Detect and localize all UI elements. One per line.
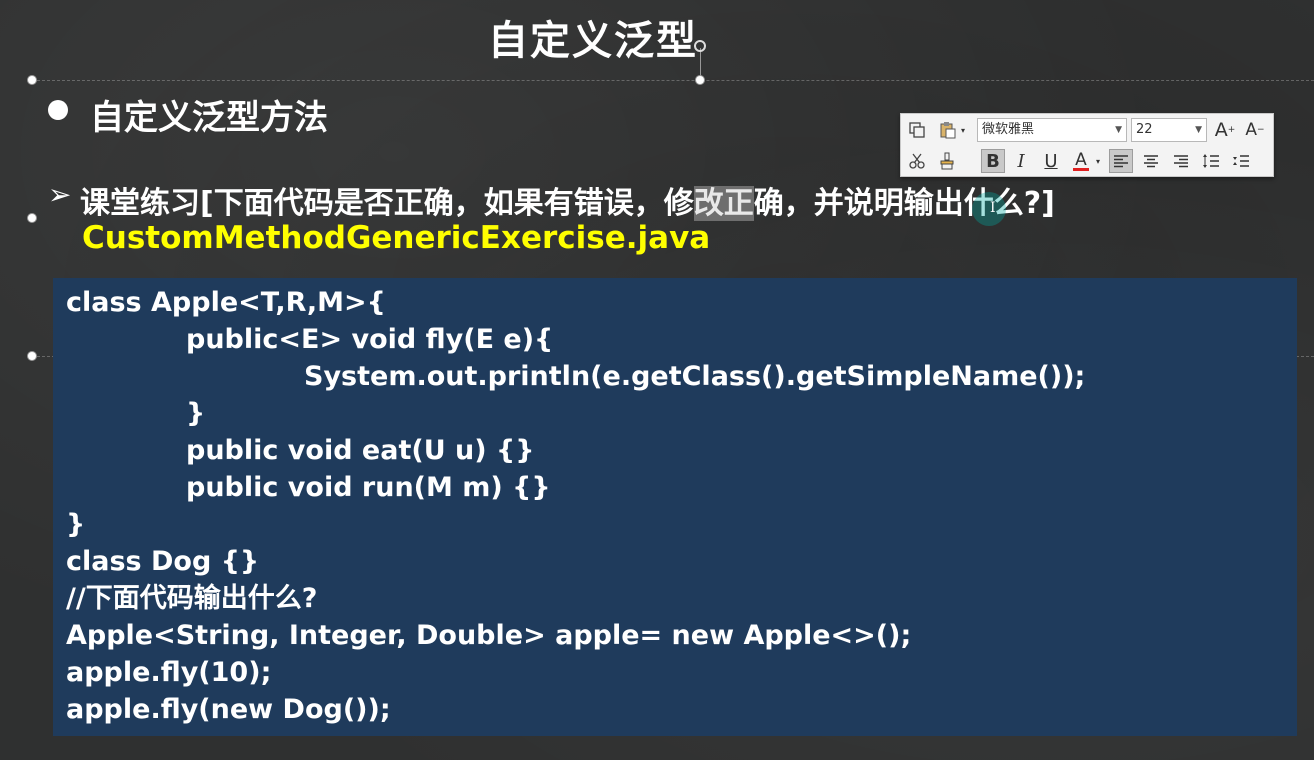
mini-format-toolbar: ▾ 微软雅黑 ▼ 22 ▼ A + A − B I U A ▾ bbox=[900, 113, 1274, 177]
font-name-combobox[interactable]: 微软雅黑 ▼ bbox=[977, 118, 1127, 142]
slide-title: 自定义泛型 bbox=[488, 18, 698, 64]
code-line: class Dog {} bbox=[66, 546, 260, 577]
resize-handle-top-left[interactable] bbox=[27, 75, 37, 85]
code-line: } bbox=[186, 398, 206, 429]
cursor-highlight bbox=[972, 192, 1006, 226]
format-painter-icon[interactable] bbox=[935, 149, 959, 173]
code-line: } bbox=[66, 509, 86, 540]
font-color-button[interactable]: A bbox=[1069, 149, 1093, 173]
grow-font-button[interactable]: A + bbox=[1213, 118, 1237, 142]
paste-icon[interactable] bbox=[935, 118, 959, 142]
font-color-label: A bbox=[1075, 149, 1087, 170]
font-size-value: 22 bbox=[1136, 122, 1153, 137]
code-line: apple.fly(new Dog()); bbox=[66, 694, 391, 725]
copy-icon[interactable] bbox=[905, 118, 929, 142]
caret-down-icon: − bbox=[1257, 125, 1265, 135]
selected-text[interactable]: 改正 bbox=[693, 186, 754, 221]
code-line: public<E> void fly(E e){ bbox=[186, 324, 554, 355]
code-line: //下面代码输出什么? bbox=[66, 583, 318, 614]
bold-label: B bbox=[986, 150, 1000, 172]
underline-button[interactable]: U bbox=[1039, 149, 1063, 173]
font-color-swatch bbox=[1073, 167, 1089, 171]
resize-handle-left-middle[interactable] bbox=[27, 213, 37, 223]
resize-handle-top-middle[interactable] bbox=[695, 75, 705, 85]
code-line: System.out.println(e.getClass().getSimpl… bbox=[304, 361, 1086, 392]
slide-heading[interactable]: 自定义泛型方法 bbox=[90, 90, 328, 139]
shrink-font-button[interactable]: A − bbox=[1243, 118, 1267, 142]
selection-guide-top bbox=[32, 80, 1314, 81]
code-line: Apple<String, Integer, Double> apple= ne… bbox=[66, 620, 912, 651]
font-size-combobox[interactable]: 22 ▼ bbox=[1131, 118, 1207, 142]
code-line: public void run(M m) {} bbox=[186, 472, 551, 503]
filename-label[interactable]: CustomMethodGenericExercise.java bbox=[82, 220, 710, 256]
code-line: apple.fly(10); bbox=[66, 657, 272, 688]
align-left-icon[interactable] bbox=[1109, 149, 1133, 173]
toolbar-row-format: B I U A ▾ bbox=[901, 146, 1273, 176]
bullet-dot bbox=[48, 100, 68, 120]
code-line: class Apple<T,R,M>{ bbox=[66, 287, 386, 318]
paragraph-spacing-icon[interactable] bbox=[1229, 149, 1253, 173]
cut-icon[interactable] bbox=[905, 149, 929, 173]
chevron-down-icon: ▼ bbox=[1115, 125, 1122, 135]
exercise-text-suffix: 确，并说明输出什么?] bbox=[753, 186, 1055, 221]
underline-label: U bbox=[1044, 150, 1058, 172]
font-color-chevron-down-icon[interactable]: ▾ bbox=[1093, 149, 1103, 173]
chevron-down-icon: ▼ bbox=[1195, 125, 1202, 135]
italic-label: I bbox=[1017, 150, 1025, 172]
exercise-text[interactable]: 课堂练习[下面代码是否正确，如果有错误，修改正确，并说明输出什么?] bbox=[80, 178, 1055, 222]
paste-options-chevron-down-icon[interactable]: ▾ bbox=[957, 118, 969, 142]
exercise-text-prefix: 课堂练习[下面代码是否正确，如果有错误，修 bbox=[80, 186, 694, 221]
italic-button[interactable]: I bbox=[1009, 149, 1033, 173]
align-center-icon[interactable] bbox=[1139, 149, 1163, 173]
text-cursor-icon: I bbox=[990, 200, 996, 216]
arrow-bullet-icon: ➢ bbox=[48, 178, 72, 211]
toolbar-row-font: ▾ 微软雅黑 ▼ 22 ▼ A + A − bbox=[901, 115, 1273, 145]
code-line: public void eat(U u) {} bbox=[186, 435, 535, 466]
code-block[interactable]: class Apple<T,R,M>{ public<E> void fly(E… bbox=[53, 278, 1297, 736]
caret-up-icon: + bbox=[1227, 125, 1236, 135]
line-spacing-icon[interactable] bbox=[1199, 149, 1223, 173]
resize-handle-bottom-left[interactable] bbox=[27, 351, 37, 361]
font-name-value: 微软雅黑 bbox=[982, 122, 1035, 137]
align-right-icon[interactable] bbox=[1169, 149, 1193, 173]
shrink-font-label: A bbox=[1245, 120, 1258, 140]
grow-font-label: A bbox=[1214, 119, 1228, 141]
bold-button[interactable]: B bbox=[981, 149, 1005, 173]
